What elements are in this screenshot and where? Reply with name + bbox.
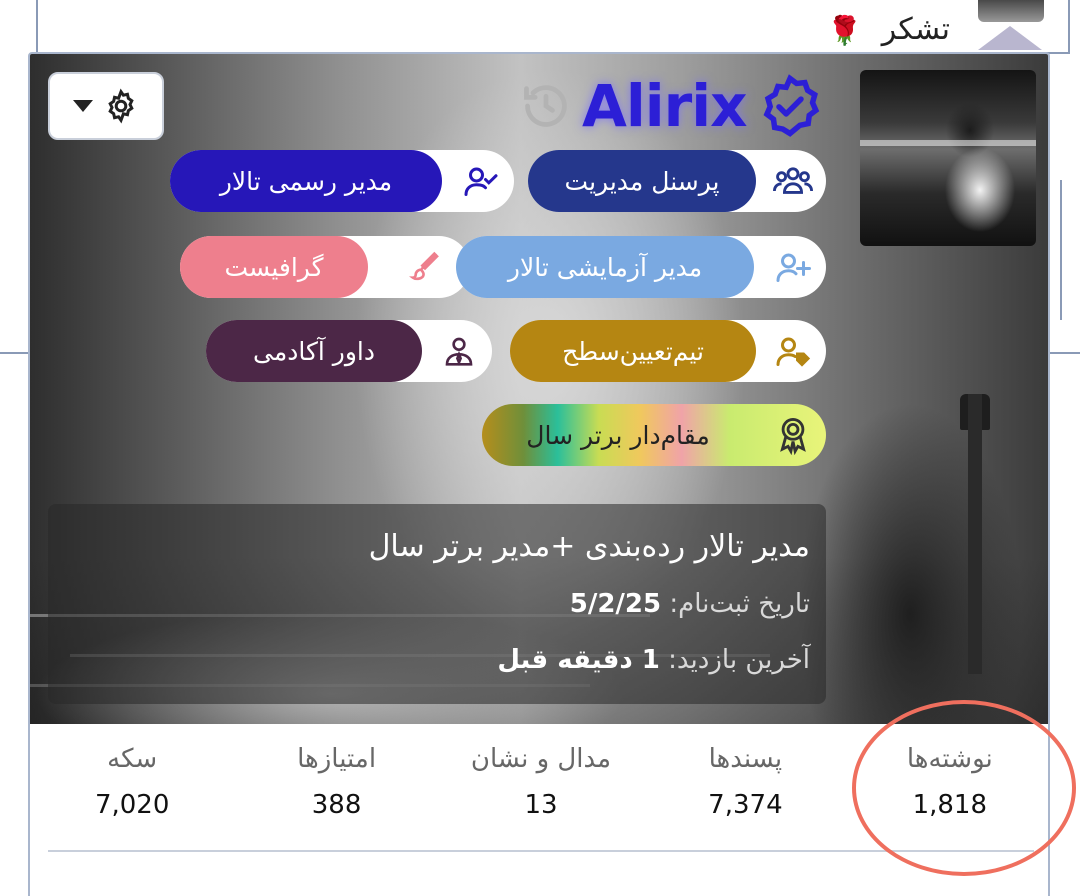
role-badge-graphist[interactable]: گرافیست	[180, 236, 470, 298]
settings-dropdown-button[interactable]	[48, 72, 164, 140]
user-tie-icon	[426, 320, 492, 382]
stat-likes[interactable]: پسندها 7,374	[643, 724, 847, 854]
thanks-label[interactable]: تشکر	[882, 12, 950, 47]
role-badge-staff[interactable]: پرسنل مدیریت	[528, 150, 826, 212]
stat-label: پسندها	[708, 744, 783, 774]
role-label: مدیر آزمایشی تالار	[456, 236, 754, 298]
joined-row: تاریخ ثبت‌نام: 5/2/25	[48, 576, 810, 632]
role-badge-official-admin[interactable]: مدیر رسمی تالار	[170, 150, 514, 212]
stat-medals[interactable]: مدال و نشان 13	[439, 724, 643, 854]
joined-date: 5/2/25	[569, 589, 662, 619]
last-seen-value: 1 دقیقه قبل	[497, 645, 660, 675]
role-badge-top-rank[interactable]: مقام‌دار برتر سال	[482, 404, 826, 466]
role-label: داور آکادمی	[206, 320, 422, 382]
avatar[interactable]	[860, 70, 1036, 246]
username[interactable]: Alirix	[582, 72, 748, 140]
role-label: گرافیست	[180, 236, 368, 298]
background-avatar[interactable]	[978, 0, 1044, 22]
annotation-circle	[852, 700, 1076, 876]
last-seen-label: آخرین بازدید:	[668, 645, 810, 675]
user-tag-icon	[760, 320, 826, 382]
username-brand[interactable]: Alirix	[520, 66, 823, 146]
users-icon	[760, 150, 826, 212]
stat-coins[interactable]: سکه 7,020	[30, 724, 234, 854]
role-label: مدیر رسمی تالار	[170, 150, 442, 212]
role-label: مقام‌دار برتر سال	[526, 420, 710, 450]
user-plus-icon	[760, 236, 826, 298]
joined-label: تاریخ ثبت‌نام:	[669, 589, 810, 619]
stat-value: 7,374	[708, 790, 783, 820]
stat-value: 388	[311, 790, 362, 820]
last-seen-row: آخرین بازدید: 1 دقیقه قبل	[48, 632, 810, 688]
background-divider-right	[1050, 352, 1080, 354]
caret-down-icon	[73, 100, 93, 112]
popup-caret	[978, 26, 1042, 50]
user-check-icon	[448, 150, 514, 212]
history-icon[interactable]	[520, 80, 572, 132]
role-badge-trial-admin[interactable]: مدیر آزمایشی تالار	[456, 236, 826, 298]
member-title: مدیر تالار رده‌بندی +مدیر برتر سال	[368, 529, 810, 564]
role-label: تیم‌تعیین‌سطح	[510, 320, 756, 382]
background-divider-left	[0, 352, 30, 354]
role-badge-level-team[interactable]: تیم‌تعیین‌سطح	[510, 320, 826, 382]
member-info-panel: مدیر تالار رده‌بندی +مدیر برتر سال تاریخ…	[48, 504, 826, 704]
stat-label: امتیازها	[297, 744, 377, 774]
stat-value: 7,020	[94, 790, 170, 820]
verified-badge-icon	[763, 74, 819, 137]
stat-value: 13	[524, 790, 558, 820]
rose-icon: 🌹	[827, 14, 862, 47]
stat-points[interactable]: امتیازها 388	[234, 724, 438, 854]
stat-label: مدال و نشان	[470, 744, 612, 774]
award-icon	[760, 404, 826, 466]
gear-icon	[108, 88, 134, 124]
role-badge-academy-judge[interactable]: داور آکادمی	[206, 320, 492, 382]
profile-banner: Alirix مدیر رسمی تالار پرسنل مدیریت گراف…	[30, 54, 1048, 724]
role-label: پرسنل مدیریت	[528, 150, 756, 212]
stat-label: سکه	[107, 744, 158, 774]
background-frame-edge	[1060, 180, 1062, 320]
